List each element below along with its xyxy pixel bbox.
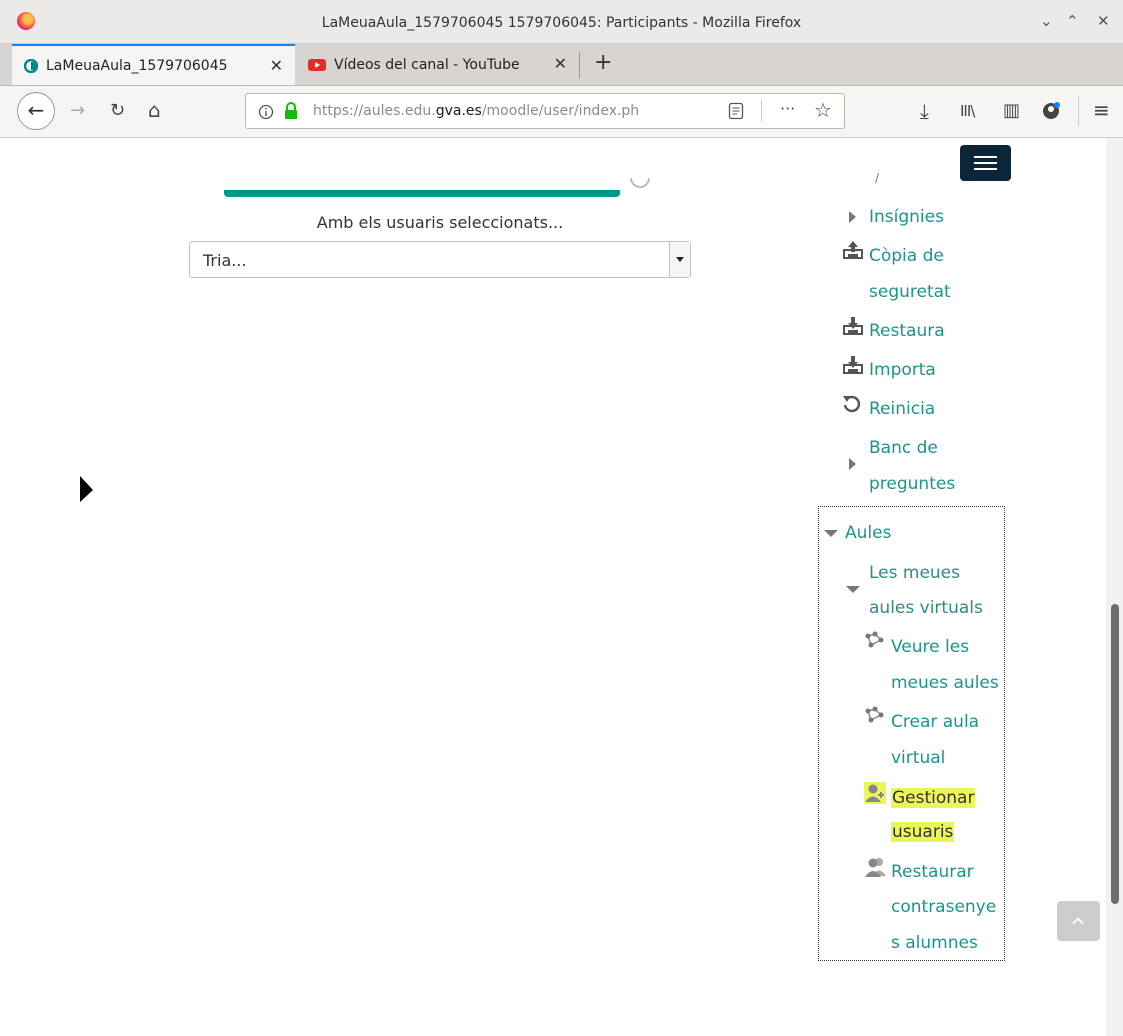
sidebar-item-reinicia[interactable]: Reinicia bbox=[869, 391, 935, 427]
nav-drawer-button[interactable] bbox=[960, 145, 1011, 181]
new-tab-button[interactable]: + bbox=[594, 50, 612, 75]
bulk-action-label: Amb els usuaris seleccionats... bbox=[316, 213, 564, 232]
users-icon bbox=[865, 858, 886, 877]
tab-title: Vídeos del canal - YouTube bbox=[334, 56, 520, 73]
reload-button[interactable]: ↻ bbox=[110, 100, 125, 121]
tab-title: LaMeuaAula_1579706045 bbox=[46, 57, 228, 74]
caret-down-icon[interactable] bbox=[824, 530, 838, 537]
sidebar-item-crear-aula-line2[interactable]: virtual bbox=[891, 740, 945, 776]
window-title: LaMeuaAula_1579706045 1579706045: Partic… bbox=[321, 15, 802, 31]
bookmark-star-icon[interactable]: ☆ bbox=[814, 99, 832, 121]
sidebar-item-gestionar-usuaris[interactable]: Gestionar bbox=[891, 780, 976, 816]
app-menu-icon[interactable]: ≡ bbox=[1093, 98, 1110, 122]
sidebar-item-meues-aules: Les meues bbox=[869, 563, 961, 583]
download-icon bbox=[843, 317, 863, 335]
user-admin-icon bbox=[864, 782, 886, 804]
tab-lameuaaula[interactable]: LaMeuaAula_1579706045 ✕ bbox=[12, 44, 295, 85]
maximize-button[interactable]: ⌃ bbox=[1066, 12, 1079, 30]
page-actions-icon[interactable]: ··· bbox=[780, 99, 795, 118]
sidebar-item-veure-aules-line2[interactable]: meues aules bbox=[891, 665, 999, 701]
window-titlebar: LaMeuaAula_1579706045 1579706045: Partic… bbox=[0, 0, 1123, 44]
sidebar-item-copia-seguretat[interactable]: Còpia de bbox=[869, 238, 944, 274]
minimize-button[interactable]: ⌄ bbox=[1040, 12, 1053, 30]
caret-down-icon[interactable] bbox=[846, 586, 860, 593]
sidebar-item-meues-aules-line2: aules virtuals bbox=[869, 598, 983, 618]
sidebar-item-veure-aules[interactable]: Veure les bbox=[891, 629, 969, 665]
tab-close-icon[interactable]: ✕ bbox=[554, 54, 567, 73]
select-value: Tria... bbox=[203, 251, 247, 270]
sidebar-toggle-icon[interactable]: ▥ bbox=[1003, 100, 1020, 121]
caret-right-icon[interactable] bbox=[849, 458, 856, 470]
scrollbar-thumb[interactable] bbox=[1111, 604, 1119, 904]
url-bar[interactable]: https://aules.edu.gva.es/moodle/user/ind… bbox=[245, 93, 845, 129]
sidebar-item-banc-preguntes-line2[interactable]: preguntes bbox=[869, 466, 955, 502]
sidebar-item-restaurar-contrasenyes-line2[interactable]: contrasenye bbox=[891, 889, 996, 925]
tab-separator bbox=[579, 52, 580, 78]
aules-favicon-icon bbox=[24, 58, 38, 73]
download-icon[interactable]: ⤓ bbox=[920, 99, 929, 123]
chevron-down-icon[interactable] bbox=[669, 242, 690, 277]
account-icon[interactable] bbox=[1042, 101, 1062, 121]
partial-nav-item: / bbox=[875, 171, 880, 185]
sidebar-item-importa[interactable]: Importa bbox=[869, 352, 936, 388]
info-icon[interactable] bbox=[258, 104, 274, 120]
network-icon bbox=[865, 706, 884, 723]
sidebar-item-crear-aula[interactable]: Crear aula bbox=[891, 704, 979, 740]
mouse-cursor-icon bbox=[80, 476, 93, 509]
caret-right-icon[interactable] bbox=[849, 211, 856, 223]
scroll-to-top-button[interactable] bbox=[1057, 901, 1100, 941]
tab-youtube[interactable]: Vídeos del canal - YouTube ✕ bbox=[296, 44, 579, 85]
sidebar-item-restaurar-contrasenyes-line3[interactable]: s alumnes bbox=[891, 925, 978, 961]
close-window-button[interactable]: ✕ bbox=[1097, 12, 1110, 30]
home-button[interactable]: ⌂ bbox=[148, 98, 161, 122]
library-icon[interactable]: III\ bbox=[960, 102, 975, 120]
sidebar-item-copia-seguretat-line2[interactable]: seguretat bbox=[869, 274, 951, 310]
network-icon bbox=[865, 631, 884, 648]
sidebar-item-aules[interactable]: Aules bbox=[845, 515, 891, 551]
reset-icon bbox=[843, 395, 861, 413]
toolbar-separator bbox=[1078, 96, 1079, 126]
forward-button[interactable]: → bbox=[70, 100, 85, 121]
reader-view-icon[interactable] bbox=[728, 102, 744, 120]
sidebar-item-restaurar-contrasenyes[interactable]: Restaurar bbox=[891, 854, 974, 890]
urlbar-separator bbox=[761, 100, 762, 122]
tab-close-icon[interactable]: ✕ bbox=[270, 56, 283, 75]
bulk-action-select[interactable]: Tria... bbox=[189, 241, 691, 278]
download-icon bbox=[843, 356, 863, 374]
sidebar-item-restaura[interactable]: Restaura bbox=[869, 313, 945, 349]
lock-icon[interactable] bbox=[283, 102, 299, 120]
sidebar-item-gestionar-usuaris-line2[interactable]: usuaris bbox=[891, 814, 955, 850]
sidebar-item-insignies[interactable]: Insígnies bbox=[869, 199, 944, 235]
select-all-button[interactable] bbox=[224, 190, 620, 197]
sidebar-item-banc-preguntes[interactable]: Banc de bbox=[869, 430, 938, 466]
upload-icon bbox=[843, 241, 863, 259]
url-text[interactable]: https://aules.edu.gva.es/moodle/user/ind… bbox=[313, 103, 693, 119]
back-button[interactable]: ← bbox=[17, 92, 55, 130]
youtube-favicon-icon bbox=[308, 58, 326, 71]
